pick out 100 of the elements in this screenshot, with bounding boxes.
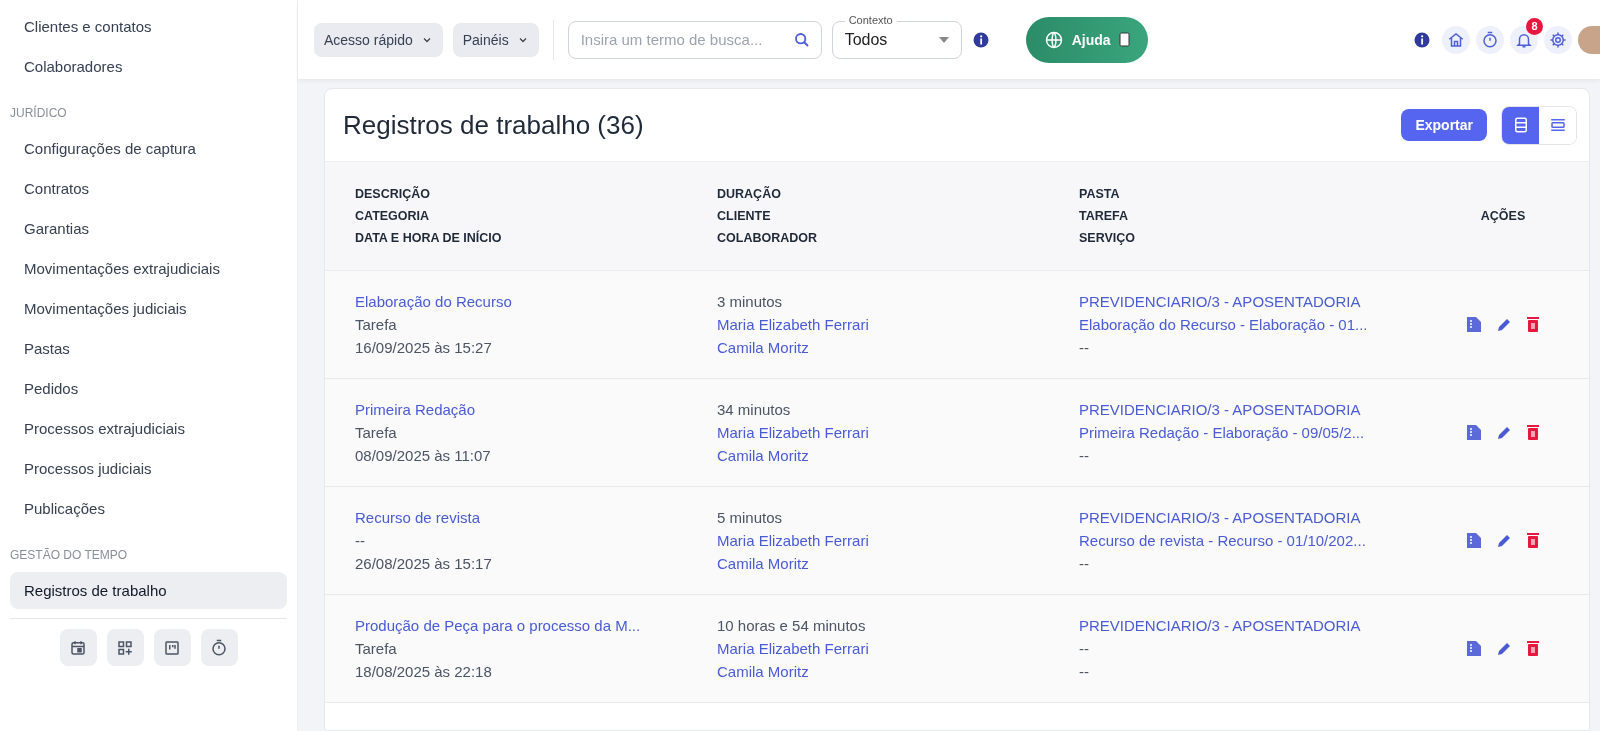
table-cell-text: 10 horas e 54 minutos bbox=[717, 617, 867, 634]
table-link[interactable]: PREVIDENCIARIO/3 - APOSENTADORIA bbox=[1079, 617, 1447, 634]
trash-icon[interactable] bbox=[1526, 316, 1540, 333]
edit-pencil-icon[interactable] bbox=[1496, 640, 1512, 657]
table-link[interactable]: Elaboração do Recurso - Elaboração - 01... bbox=[1079, 316, 1447, 333]
column-header: TAREFA bbox=[1079, 209, 1130, 223]
stopwatch-icon bbox=[210, 638, 228, 657]
sidebar-item[interactable]: Processos extrajudiciais bbox=[10, 410, 287, 447]
table-link[interactable]: PREVIDENCIARIO/3 - APOSENTADORIA bbox=[1079, 401, 1447, 418]
table-link[interactable]: PREVIDENCIARIO/3 - APOSENTADORIA bbox=[1079, 509, 1447, 526]
column-header: CATEGORIA bbox=[355, 209, 431, 223]
table-link[interactable]: Recurso de revista bbox=[355, 509, 717, 526]
sidebar-item[interactable]: Processos judiciais bbox=[10, 450, 287, 487]
table-cell-text: 34 minutos bbox=[717, 401, 792, 418]
edit-pencil-icon[interactable] bbox=[1496, 532, 1512, 549]
table-cell-text: Tarefa bbox=[355, 424, 398, 441]
column-header: PASTA bbox=[1079, 187, 1121, 201]
sidebar-item[interactable]: Pastas bbox=[10, 330, 287, 367]
timer-button[interactable] bbox=[200, 629, 238, 666]
sidebar-item[interactable]: Publicações bbox=[10, 490, 287, 527]
sidebar-item[interactable]: Garantias bbox=[10, 210, 287, 247]
column-header: COLABORADOR bbox=[717, 231, 818, 245]
trash-icon[interactable] bbox=[1526, 424, 1540, 441]
document-icon[interactable] bbox=[1466, 424, 1482, 441]
table-link[interactable]: Recurso de revista - Recurso - 01/10/202... bbox=[1079, 532, 1447, 549]
page-title: Registros de trabalho (36) bbox=[343, 109, 645, 141]
table-cell-text: -- bbox=[1079, 339, 1090, 356]
trash-icon[interactable] bbox=[1526, 640, 1540, 657]
table-cell-text: 16/09/2025 às 15:27 bbox=[355, 339, 493, 356]
search-field[interactable]: Insira um termo de busca... bbox=[567, 20, 822, 59]
info-icon bbox=[1413, 30, 1431, 49]
table-cell-text: 5 minutos bbox=[717, 509, 784, 526]
table-link[interactable]: Maria Elizabeth Ferrari bbox=[717, 424, 1079, 441]
table-cell-text: Tarefa bbox=[355, 640, 398, 657]
table-link[interactable]: Maria Elizabeth Ferrari bbox=[717, 532, 1079, 549]
menu-dropdown[interactable]: Painéis bbox=[452, 22, 539, 57]
sidebar-item[interactable]: Contratos bbox=[10, 170, 287, 207]
column-header: DESCRIÇÃO bbox=[355, 187, 431, 201]
column-header: DATA E HORA DE INÍCIO bbox=[355, 231, 503, 245]
sidebar-item[interactable]: Pedidos bbox=[10, 370, 287, 407]
home-button[interactable] bbox=[1442, 25, 1470, 54]
table-cell-text: -- bbox=[1079, 555, 1090, 572]
table-cell-text: 3 minutos bbox=[717, 293, 784, 310]
column-header: CLIENTE bbox=[717, 209, 772, 223]
globe-icon bbox=[1043, 29, 1064, 50]
list-view-toggle[interactable] bbox=[1502, 106, 1539, 144]
board-button[interactable] bbox=[153, 629, 191, 666]
table-link[interactable]: Camila Moritz bbox=[717, 447, 1079, 464]
column-header: AÇÕES bbox=[1479, 209, 1527, 223]
help-button[interactable]: Ajuda bbox=[1025, 16, 1148, 63]
info-icon[interactable] bbox=[971, 30, 990, 49]
notification-badge: 8 bbox=[1526, 17, 1543, 35]
table-cell-text: -- bbox=[1079, 640, 1090, 657]
table-link[interactable]: Elaboração do Recurso bbox=[355, 293, 717, 310]
sidebar-item[interactable]: Colaboradores bbox=[10, 48, 287, 85]
table-link[interactable]: Camila Moritz bbox=[717, 555, 1079, 572]
calendar-button[interactable] bbox=[59, 629, 97, 666]
settings-button[interactable] bbox=[1544, 25, 1572, 54]
sidebar-item[interactable]: Configurações de captura bbox=[10, 130, 287, 167]
table-cell-text: -- bbox=[1079, 447, 1090, 464]
table-cell-text: 08/09/2025 às 11:07 bbox=[355, 447, 492, 464]
timer-button[interactable] bbox=[1476, 25, 1504, 54]
section-heading: JURÍDICO bbox=[10, 104, 68, 122]
settings-icon bbox=[1549, 30, 1567, 49]
table-link[interactable]: PREVIDENCIARIO/3 - APOSENTADORIA bbox=[1079, 293, 1447, 310]
table-link[interactable]: Maria Elizabeth Ferrari bbox=[717, 640, 1079, 657]
table-cell-text: -- bbox=[355, 532, 366, 549]
table-link[interactable]: Primeira Redação bbox=[355, 401, 717, 418]
dropdown-arrow-icon bbox=[938, 36, 949, 43]
menu-dropdown[interactable]: Acesso rápido bbox=[314, 22, 443, 57]
grid-plus-icon bbox=[116, 638, 134, 657]
edit-pencil-icon[interactable] bbox=[1496, 424, 1512, 441]
document-icon[interactable] bbox=[1466, 640, 1482, 657]
table-cell-text: 26/08/2025 às 15:17 bbox=[355, 555, 493, 572]
table-link[interactable]: Camila Moritz bbox=[717, 663, 1079, 680]
table-link[interactable]: Camila Moritz bbox=[717, 339, 1079, 356]
scroll-icon bbox=[1118, 32, 1130, 47]
column-header: DURAÇÃO bbox=[717, 187, 782, 201]
widgets-button[interactable] bbox=[106, 629, 144, 666]
document-icon[interactable] bbox=[1466, 316, 1482, 333]
calendar-icon bbox=[69, 638, 87, 657]
table-cell-text: 18/08/2025 às 22:18 bbox=[355, 663, 493, 680]
sidebar-item[interactable]: Movimentações extrajudiciais bbox=[10, 250, 287, 287]
section-heading: GESTÃO DO TEMPO bbox=[10, 547, 129, 564]
board-icon bbox=[163, 638, 181, 657]
column-header: SERVIÇO bbox=[1079, 231, 1137, 245]
table-link[interactable]: Produção de Peça para o processo da M... bbox=[355, 617, 717, 634]
edit-pencil-icon[interactable] bbox=[1496, 316, 1512, 333]
export-button[interactable]: Exportar bbox=[1401, 109, 1487, 141]
sidebar-item[interactable]: Registros de trabalho bbox=[10, 572, 287, 609]
sidebar-item[interactable]: Clientes e contatos bbox=[10, 8, 287, 45]
table-link[interactable]: Primeira Redação - Elaboração - 09/05/2... bbox=[1079, 424, 1447, 441]
trash-icon[interactable] bbox=[1526, 532, 1540, 549]
search-icon[interactable] bbox=[793, 31, 810, 48]
document-icon[interactable] bbox=[1466, 532, 1482, 549]
sidebar-item[interactable]: Movimentações judiciais bbox=[10, 290, 287, 327]
compact-view-icon bbox=[1548, 116, 1567, 134]
table-cell-text: -- bbox=[1079, 663, 1090, 680]
stopwatch-icon bbox=[1481, 30, 1499, 49]
table-link[interactable]: Maria Elizabeth Ferrari bbox=[717, 316, 1079, 333]
